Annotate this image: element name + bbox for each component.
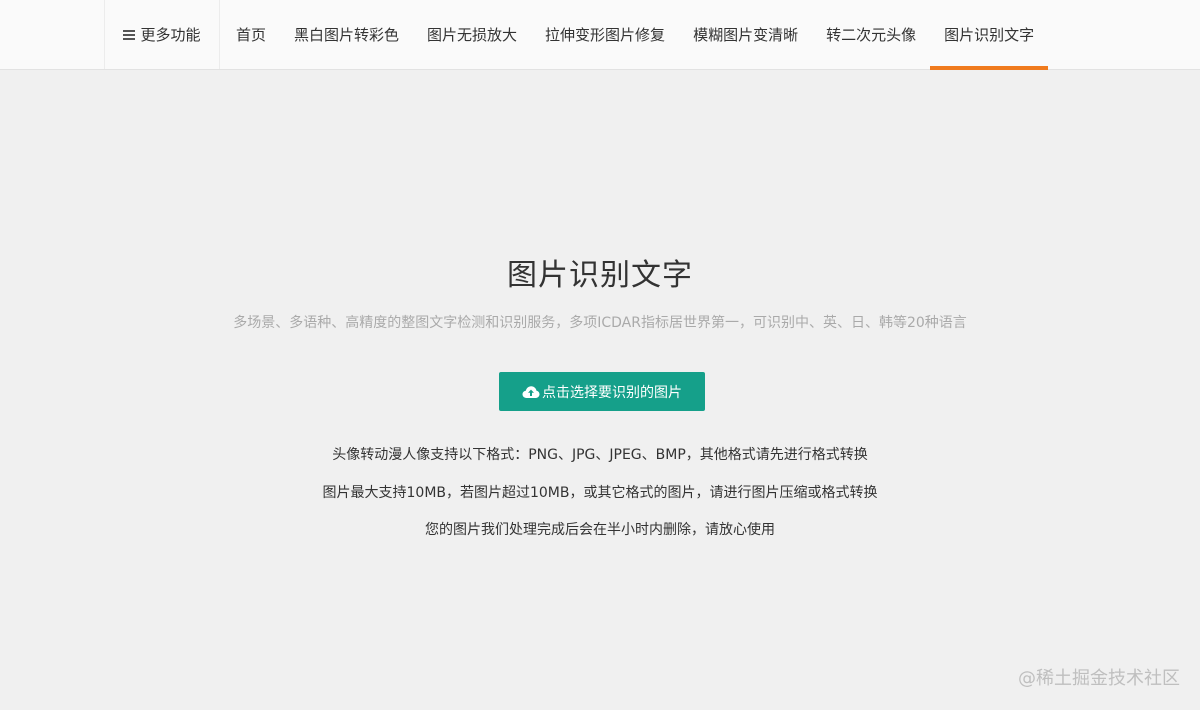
top-navigation-bar: 更多功能 首页 黑白图片转彩色 图片无损放大 拉伸变形图片修复 模糊图片变清晰 … <box>0 0 1200 70</box>
nav-item-anime-avatar[interactable]: 转二次元头像 <box>812 0 930 69</box>
cloud-upload-icon <box>522 385 540 398</box>
nav-item-label: 首页 <box>236 26 267 44</box>
hamburger-icon <box>123 29 136 40</box>
page-subtitle: 多场景、多语种、高精度的整图文字检测和识别服务，多项ICDAR指标居世界第一，可… <box>233 315 967 331</box>
nav-item-deblur[interactable]: 模糊图片变清晰 <box>679 0 812 69</box>
nav-item-label: 图片识别文字 <box>944 26 1035 44</box>
watermark: @稀土掘金技术社区 <box>1018 668 1180 689</box>
nav-item-home[interactable]: 首页 <box>222 0 280 69</box>
nav-item-label: 转二次元头像 <box>826 26 917 44</box>
size-limit-text: 图片最大支持10MB，若图片超过10MB，或其它格式的图片，请进行图片压缩或格式… <box>322 485 878 501</box>
more-features-label: 更多功能 <box>140 26 201 44</box>
select-image-label: 点击选择要识别的图片 <box>542 384 682 401</box>
select-image-button[interactable]: 点击选择要识别的图片 <box>499 372 705 411</box>
nav-item-stretch-repair[interactable]: 拉伸变形图片修复 <box>531 0 679 69</box>
nav-item-label: 模糊图片变清晰 <box>693 26 799 44</box>
main-nav: 首页 黑白图片转彩色 图片无损放大 拉伸变形图片修复 模糊图片变清晰 转二次元头… <box>222 0 1049 70</box>
nav-item-ocr[interactable]: 图片识别文字 <box>930 0 1049 70</box>
nav-item-label: 图片无损放大 <box>427 26 518 44</box>
nav-item-label: 拉伸变形图片修复 <box>545 26 666 44</box>
more-features-button[interactable]: 更多功能 <box>104 0 220 69</box>
nav-item-label: 黑白图片转彩色 <box>294 26 400 44</box>
format-support-text: 头像转动漫人像支持以下格式：PNG、JPG、JPEG、BMP，其他格式请先进行格… <box>332 447 868 463</box>
nav-item-upscale[interactable]: 图片无损放大 <box>413 0 531 69</box>
page-title: 图片识别文字 <box>507 258 693 293</box>
privacy-text: 您的图片我们处理完成后会在半小时内删除，请放心使用 <box>425 522 775 538</box>
nav-item-colorize[interactable]: 黑白图片转彩色 <box>280 0 413 69</box>
